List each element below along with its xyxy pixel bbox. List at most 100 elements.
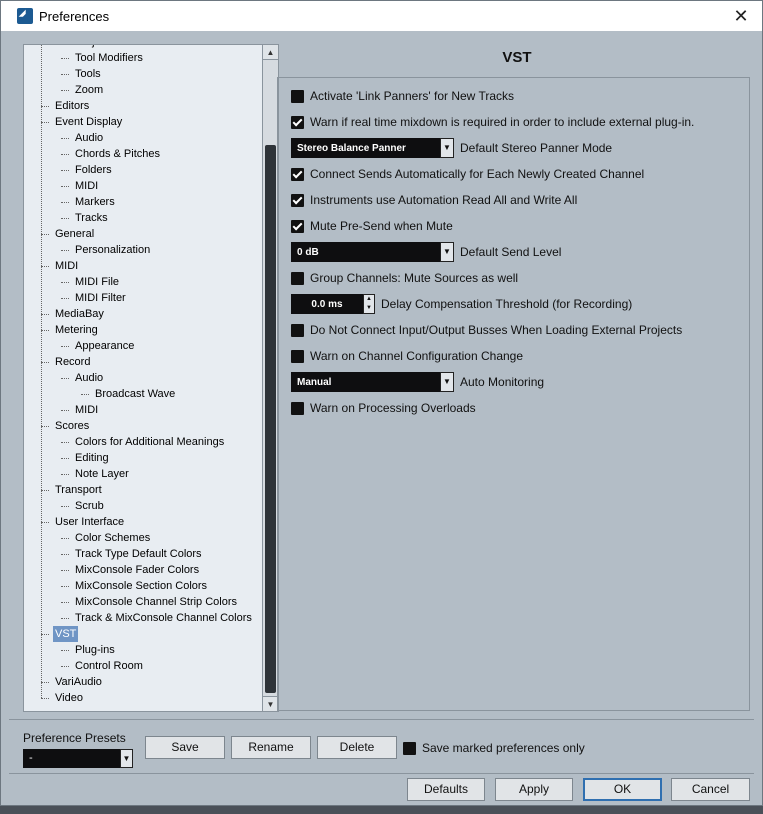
tree-item-label: MIDI <box>75 180 99 192</box>
tree-item[interactable]: Metering <box>24 322 262 338</box>
tree-item[interactable]: Audio <box>24 370 262 386</box>
dropdown-value: 0 dB <box>297 246 319 258</box>
tree-item[interactable]: MixConsole Channel Strip Colors <box>24 594 262 610</box>
tree-item[interactable]: Track & MixConsole Channel Colors <box>24 610 262 626</box>
checkbox-checked-icon[interactable] <box>291 193 304 207</box>
tree-item[interactable]: Control Room <box>24 658 262 674</box>
tree-item[interactable]: Zoom <box>24 82 262 98</box>
tree-item[interactable]: Tool Modifiers <box>24 50 262 66</box>
setting-dropdown-row: 0 dB ▼ Default Send Level <box>291 242 561 262</box>
tree-item[interactable]: MediaBay <box>24 306 262 322</box>
chevron-down-icon: ▼ <box>440 242 454 262</box>
tree-item[interactable]: Record <box>24 354 262 370</box>
defaults-button[interactable]: Defaults <box>407 778 485 801</box>
cancel-button[interactable]: Cancel <box>671 778 750 801</box>
tree-item[interactable]: MixConsole Fader Colors <box>24 562 262 578</box>
checkbox-icon[interactable] <box>291 271 304 285</box>
apply-button[interactable]: Apply <box>495 778 573 801</box>
checkbox-checked-icon[interactable] <box>291 167 304 181</box>
tree-connector <box>41 522 49 523</box>
checkbox-checked-icon[interactable] <box>291 219 304 233</box>
tree-item-label: Audio <box>75 132 104 144</box>
tree-connector <box>61 218 69 219</box>
tree-item[interactable]: Color Schemes <box>24 530 262 546</box>
scroll-down-arrow-icon[interactable]: ▼ <box>263 696 278 711</box>
tree-item-label: MixConsole Channel Strip Colors <box>75 596 238 608</box>
checkbox-icon[interactable] <box>291 323 304 337</box>
checkbox-icon[interactable] <box>291 401 304 415</box>
setting-checkbox-row[interactable]: Do Not Connect Input/Output Busses When … <box>291 321 682 339</box>
checkbox-checked-icon[interactable] <box>291 115 304 129</box>
setting-checkbox-row[interactable]: Connect Sends Automatically for Each New… <box>291 165 644 183</box>
delay-threshold-input[interactable]: 0.0 ms ▲ ▼ <box>291 294 375 314</box>
tree-item-label: Tools <box>75 68 101 80</box>
tree-item-label: Colors for Additional Meanings <box>75 436 225 448</box>
tree-connector <box>61 346 69 347</box>
tree-item[interactable]: Tools <box>24 66 262 82</box>
setting-checkbox-row[interactable]: Warn if real time mixdown is required in… <box>291 113 694 131</box>
tree-item[interactable]: Tracks <box>24 210 262 226</box>
close-button[interactable]: ✕ <box>730 5 752 27</box>
tree-item[interactable]: Event Display <box>24 114 262 130</box>
spin-arrows-icon[interactable]: ▲ ▼ <box>363 294 375 314</box>
rename-preset-button[interactable]: Rename <box>231 736 311 759</box>
tree-item[interactable]: Audio <box>24 130 262 146</box>
tree-item[interactable]: Video <box>24 690 262 706</box>
tree-item[interactable]: Appearance <box>24 338 262 354</box>
scrollbar-thumb[interactable] <box>265 145 276 693</box>
delete-preset-button[interactable]: Delete <box>317 736 397 759</box>
save-preset-button[interactable]: Save <box>145 736 225 759</box>
setting-checkbox-row[interactable]: Activate 'Link Panners' for New Tracks <box>291 87 514 105</box>
close-icon: ✕ <box>733 6 749 26</box>
tree-item[interactable]: User Interface <box>24 514 262 530</box>
setting-checkbox-row[interactable]: Mute Pre-Send when Mute <box>291 217 453 235</box>
tree-item[interactable]: MIDI Filter <box>24 290 262 306</box>
tree-item[interactable]: Folders <box>24 162 262 178</box>
setting-dropdown[interactable]: Manual ▼ <box>291 372 454 392</box>
tree-item[interactable]: MIDI <box>24 258 262 274</box>
checkbox-icon[interactable] <box>291 89 304 103</box>
tree-item-label: MediaBay <box>55 308 104 320</box>
preset-select-value: - <box>29 752 33 764</box>
tree-item[interactable]: MIDI File <box>24 274 262 290</box>
tree-item[interactable]: Editing <box>24 450 262 466</box>
tree-item[interactable]: MIDI <box>24 178 262 194</box>
tree-item-label: MIDI Filter <box>75 292 126 304</box>
setting-checkbox-row[interactable]: Group Channels: Mute Sources as well <box>291 269 518 287</box>
tree-item[interactable]: Scrub <box>24 498 262 514</box>
tree-item[interactable]: MIDI <box>24 402 262 418</box>
setting-label: Group Channels: Mute Sources as well <box>310 271 519 285</box>
tree-item[interactable]: Track Type Default Colors <box>24 546 262 562</box>
tree-item[interactable]: Broadcast Wave <box>24 386 262 402</box>
tree-item-label: Plug-ins <box>75 644 115 656</box>
setting-checkbox-row[interactable]: Instruments use Automation Read All and … <box>291 191 577 209</box>
tree-connector <box>61 58 69 59</box>
tree-item-label: Appearance <box>75 340 135 352</box>
tree-item[interactable]: Note Layer <box>24 466 262 482</box>
setting-dropdown[interactable]: 0 dB ▼ <box>291 242 454 262</box>
tree-item[interactable]: Editors <box>24 98 262 114</box>
tree-item[interactable]: Markers <box>24 194 262 210</box>
tree-item[interactable]: VST <box>24 626 262 642</box>
tree-connector <box>41 122 49 123</box>
setting-checkbox-row[interactable]: Warn on Channel Configuration Change <box>291 347 523 365</box>
save-marked-preferences-checkbox[interactable]: Save marked preferences only <box>403 739 585 757</box>
tree-item[interactable]: MixConsole Section Colors <box>24 578 262 594</box>
tree-item[interactable]: Scores <box>24 418 262 434</box>
setting-dropdown[interactable]: Stereo Balance Panner ▼ <box>291 138 454 158</box>
tree-item[interactable]: General <box>24 226 262 242</box>
scroll-up-arrow-icon[interactable]: ▲ <box>263 45 278 60</box>
tree-item[interactable]: Personalization <box>24 242 262 258</box>
setting-dropdown-row: Manual ▼ Auto Monitoring <box>291 372 544 392</box>
setting-label: Delay Compensation Threshold (for Record… <box>381 297 633 311</box>
ok-button[interactable]: OK <box>583 778 662 801</box>
preference-presets-select[interactable]: - ▼ <box>23 749 133 768</box>
tree-item[interactable]: VariAudio <box>24 674 262 690</box>
tree-item[interactable]: Chords & Pitches <box>24 146 262 162</box>
tree-connector <box>61 586 69 587</box>
tree-item[interactable]: Colors for Additional Meanings <box>24 434 262 450</box>
checkbox-icon[interactable] <box>291 349 304 363</box>
tree-item[interactable]: Transport <box>24 482 262 498</box>
setting-checkbox-row[interactable]: Warn on Processing Overloads <box>291 399 476 417</box>
tree-item[interactable]: Plug-ins <box>24 642 262 658</box>
